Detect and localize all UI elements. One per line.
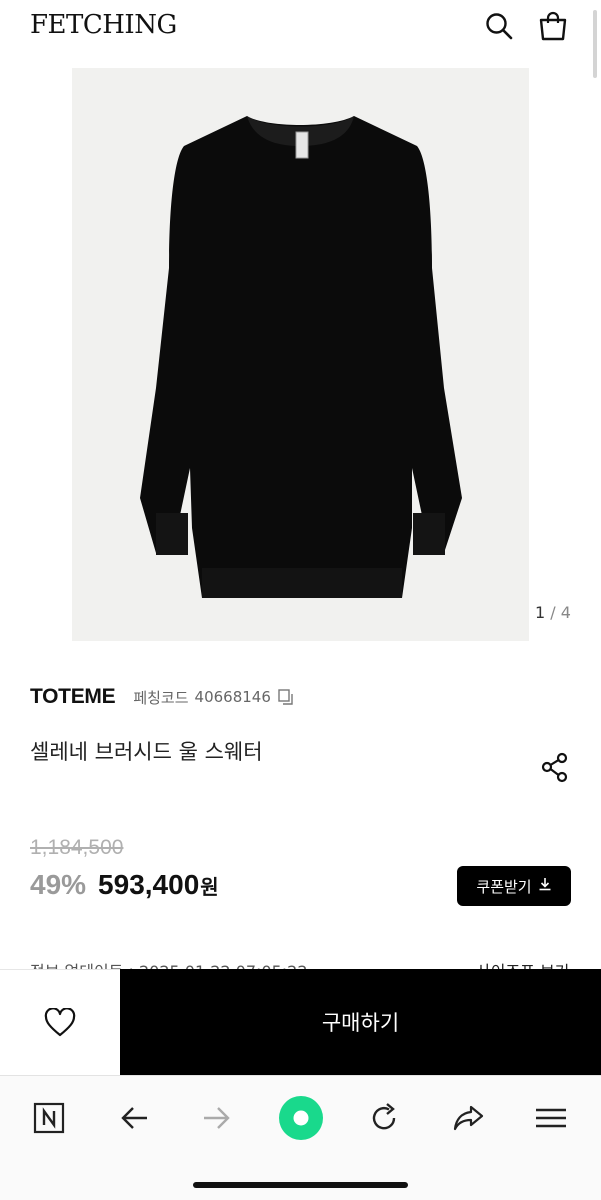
refresh-icon[interactable]: [360, 1094, 408, 1142]
coupon-button-label: 쿠폰받기: [476, 877, 532, 896]
discount-rate: 49%: [30, 869, 87, 900]
purchase-bar: 구매하기: [0, 969, 601, 1075]
sale-price: 593,400: [98, 869, 200, 900]
product-code: 40668146: [194, 688, 271, 706]
brand-name[interactable]: TOTEME: [30, 685, 116, 709]
browser-toolbar: [0, 1075, 601, 1200]
price-row: 49% 593,400 원: [30, 869, 219, 901]
product-code-label: 페칭코드: [133, 688, 189, 707]
brand-row: TOTEME 페칭코드 40668146: [30, 684, 295, 710]
shopping-bag-icon[interactable]: [536, 9, 570, 43]
scrollbar[interactable]: [593, 10, 597, 78]
menu-icon[interactable]: [527, 1094, 575, 1142]
share-icon[interactable]: [538, 750, 572, 784]
gallery-page-indicator: 1 / 4: [535, 603, 571, 622]
download-icon: [538, 877, 552, 895]
fetching-logo[interactable]: FETCHING: [30, 10, 177, 40]
naver-icon[interactable]: [25, 1094, 73, 1142]
green-dot-icon[interactable]: [277, 1094, 325, 1142]
buy-button[interactable]: 구매하기: [120, 969, 601, 1075]
gallery-current-page: 1: [535, 603, 546, 622]
product-title: 셀레네 브러시드 울 스웨터: [30, 740, 263, 764]
search-icon[interactable]: [482, 9, 516, 43]
gallery-page-separator: /: [545, 603, 561, 622]
product-image-gallery[interactable]: [72, 68, 529, 641]
app-header: FETCHING: [0, 0, 601, 56]
heart-icon: [44, 1007, 76, 1036]
sweater-image: [140, 116, 462, 598]
forward-arrow-icon[interactable]: [193, 1094, 241, 1142]
coupon-button[interactable]: 쿠폰받기: [457, 866, 571, 906]
back-arrow-icon[interactable]: [110, 1094, 158, 1142]
currency-unit: 원: [200, 875, 219, 899]
wishlist-button[interactable]: [0, 969, 120, 1075]
original-price: 1,184,500: [30, 836, 124, 859]
home-indicator[interactable]: [193, 1182, 408, 1188]
share-arrow-icon[interactable]: [444, 1094, 492, 1142]
copy-icon[interactable]: [277, 688, 295, 706]
gallery-total-pages: 4: [560, 603, 571, 622]
